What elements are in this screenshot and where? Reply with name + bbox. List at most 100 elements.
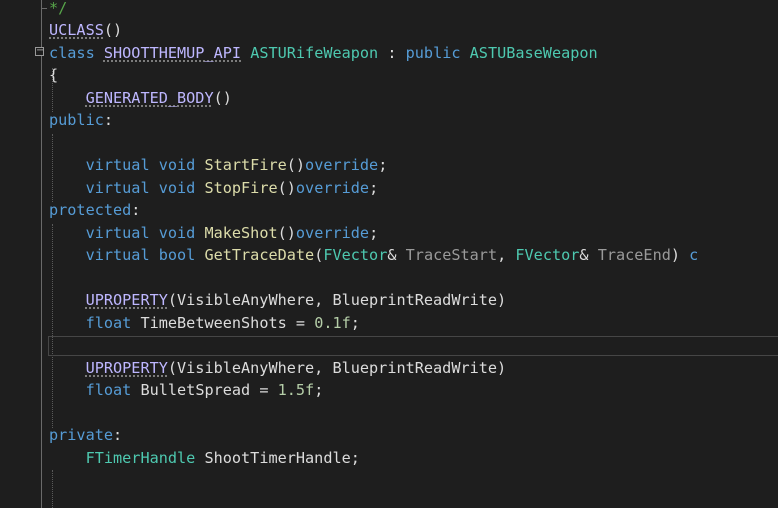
code-token: protected [49, 201, 132, 219]
code-token: StartFire [204, 156, 287, 174]
code-token: ) [670, 246, 690, 264]
code-token: TraceStart [405, 246, 498, 264]
code-token: ASTUBaseWeapon [469, 43, 598, 62]
code-token: override [295, 178, 370, 197]
code-token: , [497, 246, 516, 264]
code-token: () [213, 88, 232, 107]
code-token: () [286, 156, 306, 174]
code-line[interactable]: virtual void MakeShot()override; [0, 222, 778, 245]
code-token: & [387, 246, 406, 264]
code-token: (VisibleAnyWhere, BlueprintReadWrite) [167, 291, 507, 309]
code-token: FTimerHandle [85, 448, 205, 467]
code-token: & [579, 246, 598, 264]
code-token: UCLASS [49, 21, 104, 39]
code-token: float [85, 381, 141, 399]
code-token: virtual bool [85, 246, 205, 264]
code-line[interactable]: UPROPERTY(VisibleAnyWhere, BlueprintRead… [0, 357, 778, 380]
code-line-text: FTimerHandle ShootTimerHandle; [49, 447, 360, 470]
code-token: override [295, 223, 370, 242]
code-line[interactable]: private: [0, 424, 778, 447]
code-token: : [113, 426, 123, 444]
code-line-text: */ [49, 0, 67, 19]
code-line[interactable]: float BulletSpread = 1.5f; [0, 379, 778, 402]
code-line[interactable]: FTimerHandle ShootTimerHandle; [0, 447, 778, 470]
code-token: { [49, 66, 59, 84]
code-line-text: public: [49, 109, 113, 132]
code-line-text: float TimeBetweenShots = 0.1f; [49, 312, 360, 335]
code-line-text: private: [49, 424, 122, 447]
code-token: public [49, 111, 104, 129]
code-token: */ [49, 0, 68, 17]
code-line-text: UPROPERTY(VisibleAnyWhere, BlueprintRead… [49, 289, 507, 312]
code-token: ; [369, 178, 379, 197]
code-line[interactable]: virtual void StopFire()override; [0, 177, 778, 200]
code-token: SHOOTTHEMUP_API [103, 43, 242, 62]
code-token: : [131, 201, 141, 219]
code-line-text: virtual void StartFire()override; [49, 154, 388, 177]
code-line[interactable]: UPROPERTY(VisibleAnyWhere, BlueprintRead… [0, 289, 778, 312]
code-token: public [405, 43, 470, 62]
code-token: FVector [515, 246, 580, 264]
code-line[interactable]: GENERATED_BODY() [0, 87, 778, 110]
code-token: GENERATED_BODY [85, 88, 214, 107]
code-token: private [49, 426, 114, 444]
code-line[interactable]: float TimeBetweenShots = 0.1f; [0, 312, 778, 335]
code-line-text: class SHOOTTHEMUP_API ASTURifeWeapon : p… [49, 42, 598, 65]
code-line[interactable] [0, 402, 778, 425]
code-token: ShootTimerHandle; [204, 448, 360, 467]
code-token: ASTURifeWeapon [250, 43, 379, 62]
code-token: override [305, 156, 379, 174]
code-token: virtual void [85, 178, 205, 197]
code-line[interactable]: UCLASS() [0, 19, 778, 42]
code-line[interactable]: { [0, 64, 778, 87]
code-line-text: float BulletSpread = 1.5f; [49, 379, 324, 402]
code-token: : [103, 111, 114, 129]
code-line[interactable] [0, 267, 778, 290]
code-line[interactable] [0, 469, 778, 492]
code-token: float [85, 313, 141, 332]
code-line-text: protected: [49, 199, 140, 222]
code-editor[interactable]: − */UCLASS() class SHOOTTHEMUP_API ASTURi… [0, 0, 778, 508]
code-token: c [689, 246, 699, 264]
code-token: () [277, 223, 296, 242]
code-token: virtual void [85, 223, 205, 242]
code-token: ; [314, 381, 324, 399]
code-token: virtual void [85, 156, 205, 174]
code-token: () [277, 178, 296, 197]
code-token: : [378, 43, 406, 62]
code-line[interactable] [0, 334, 778, 357]
code-line-text: virtual bool GetTraceDate(FVector& Trace… [49, 244, 699, 267]
code-token: ( [314, 246, 324, 264]
code-line-text: UPROPERTY(VisibleAnyWhere, BlueprintRead… [49, 357, 507, 380]
code-line[interactable]: class SHOOTTHEMUP_API ASTURifeWeapon : p… [0, 42, 778, 65]
code-line-text: GENERATED_BODY() [49, 87, 232, 110]
code-token: TimeBetweenShots = [140, 313, 315, 332]
code-token: UPROPERTY [85, 358, 168, 377]
code-token: 1.5f [277, 381, 315, 399]
code-line[interactable]: virtual void StartFire()override; [0, 154, 778, 177]
code-token: (VisibleAnyWhere, BlueprintReadWrite) [167, 358, 507, 377]
code-line[interactable]: protected: [0, 199, 778, 222]
code-line[interactable]: virtual bool GetTraceDate(FVector& Trace… [0, 244, 778, 267]
code-line-text: UCLASS() [49, 19, 122, 42]
code-token: TraceEnd [597, 246, 671, 264]
code-token: MakeShot [204, 223, 278, 242]
code-line[interactable]: */ [0, 0, 778, 19]
code-token: 0.1f [314, 313, 351, 332]
code-token: ; [350, 313, 360, 332]
code-line[interactable] [0, 492, 778, 508]
code-line[interactable]: public: [0, 109, 778, 132]
code-line[interactable] [0, 132, 778, 155]
code-token: ; [378, 156, 388, 174]
code-token: FVector [323, 246, 388, 264]
code-token: BulletSpread = [140, 381, 278, 399]
